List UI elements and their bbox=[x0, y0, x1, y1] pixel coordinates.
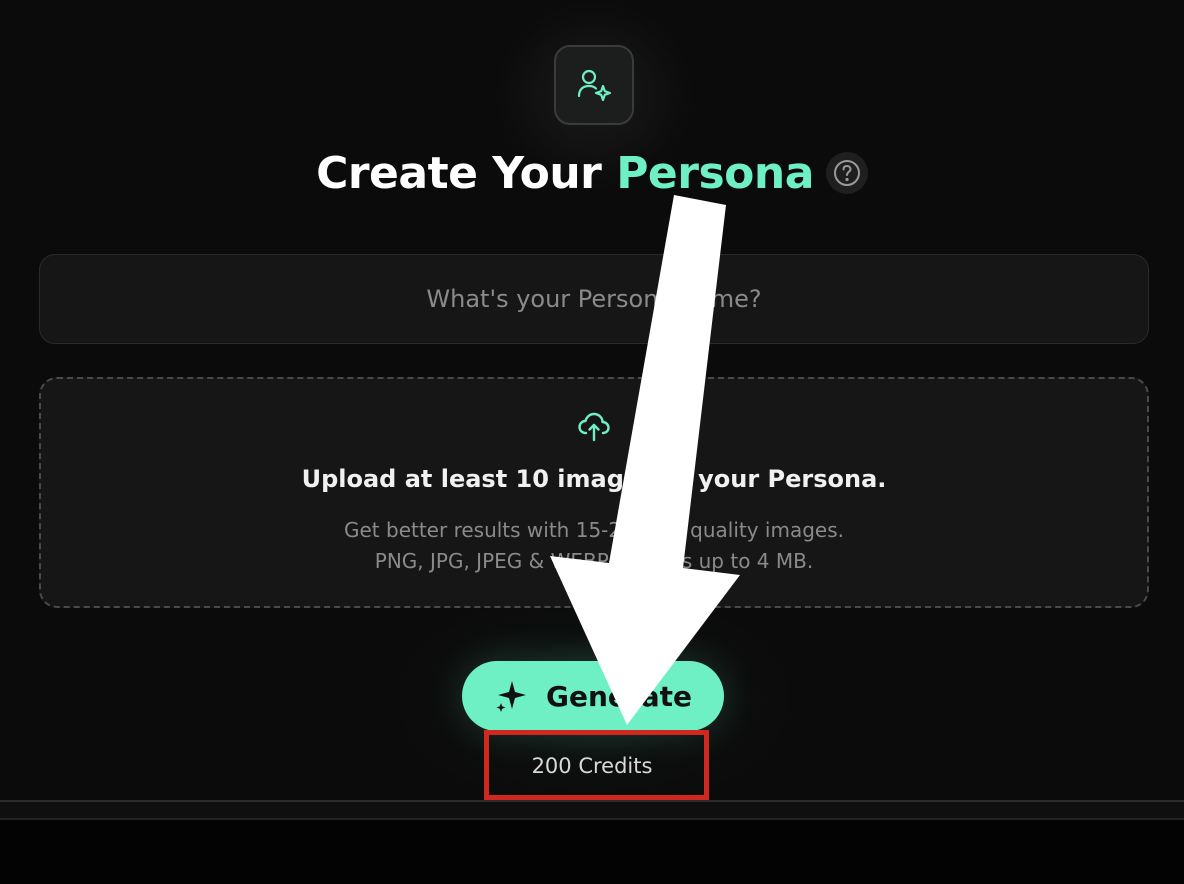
question-circle-icon bbox=[833, 160, 860, 186]
upload-hint-quality: Get better results with 15-20 high quali… bbox=[344, 518, 844, 542]
generate-button[interactable]: Generate bbox=[462, 661, 724, 731]
persona-name-input[interactable] bbox=[39, 254, 1149, 344]
annotation-highlight-box bbox=[484, 730, 709, 800]
help-button[interactable] bbox=[825, 152, 868, 194]
title-accent: Persona bbox=[616, 147, 814, 199]
title-prefix: Create Your bbox=[316, 147, 602, 199]
upload-hint-formats: PNG, JPG, JPEG & WEBP formats up to 4 MB… bbox=[374, 549, 814, 573]
footer-divider bbox=[0, 800, 1184, 820]
cloud-upload-icon bbox=[578, 412, 610, 442]
page-title: Create Your Persona bbox=[316, 148, 814, 199]
upload-title: Upload at least 10 images of your Person… bbox=[301, 465, 887, 493]
image-upload-dropzone[interactable]: Upload at least 10 images of your Person… bbox=[39, 377, 1149, 608]
generate-label: Generate bbox=[546, 679, 692, 713]
user-sparkle-icon bbox=[577, 69, 612, 102]
page-title-row: Create Your Persona bbox=[0, 140, 1184, 206]
sparkle-icon bbox=[496, 681, 526, 712]
persona-header-icon-box bbox=[554, 45, 634, 125]
footer-area bbox=[0, 820, 1184, 884]
